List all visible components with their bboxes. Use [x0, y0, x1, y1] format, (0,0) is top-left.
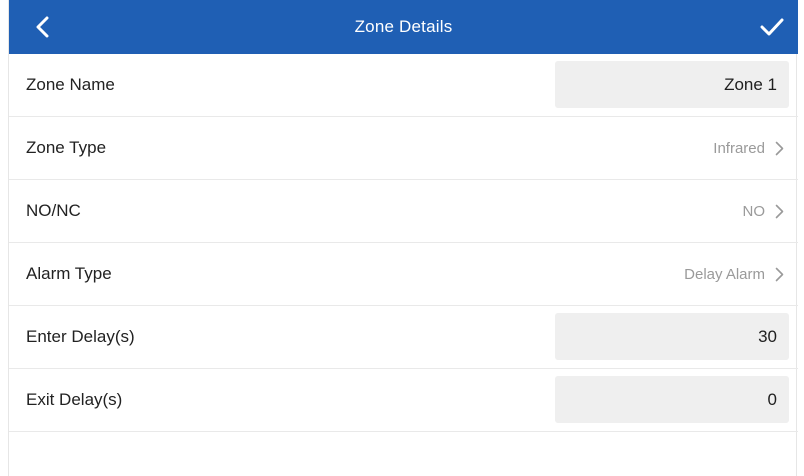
exit-delay-row: Exit Delay(s) 0: [9, 369, 798, 432]
alarm-type-label: Alarm Type: [26, 264, 112, 283]
zone-type-select[interactable]: Infrared: [713, 117, 784, 180]
zone-settings-list: Zone Name Zone 1 Zone Type Infrared NO/N…: [9, 54, 798, 432]
alarm-type-value: Delay Alarm: [684, 266, 765, 283]
zone-name-input[interactable]: Zone 1: [555, 61, 789, 108]
page-title: Zone Details: [354, 17, 453, 36]
alarm-type-select[interactable]: Delay Alarm: [684, 243, 784, 306]
check-icon: [760, 18, 784, 36]
no-nc-select[interactable]: NO: [743, 180, 785, 243]
no-nc-label: NO/NC: [26, 201, 81, 220]
title-bar: Zone Details: [9, 0, 798, 54]
back-button[interactable]: [27, 12, 57, 42]
chevron-right-icon: [775, 204, 784, 219]
exit-delay-label: Exit Delay(s): [26, 390, 123, 409]
zone-name-label: Zone Name: [26, 75, 115, 94]
enter-delay-input[interactable]: 30: [555, 313, 789, 360]
zone-type-row[interactable]: Zone Type Infrared: [9, 117, 798, 180]
enter-delay-row: Enter Delay(s) 30: [9, 306, 798, 369]
zone-type-value: Infrared: [713, 140, 765, 157]
confirm-button[interactable]: [756, 12, 788, 42]
no-nc-value: NO: [742, 203, 766, 220]
enter-delay-label: Enter Delay(s): [26, 327, 135, 346]
zone-type-label: Zone Type: [26, 138, 107, 157]
zone-name-row: Zone Name Zone 1: [9, 54, 798, 117]
alarm-type-row[interactable]: Alarm Type Delay Alarm: [9, 243, 798, 306]
exit-delay-input[interactable]: 0: [555, 376, 789, 423]
chevron-right-icon: [775, 267, 784, 282]
chevron-left-icon: [36, 16, 49, 38]
no-nc-row[interactable]: NO/NC NO: [9, 180, 798, 243]
chevron-right-icon: [775, 141, 784, 156]
zone-details-screen: Zone Details Zone Name Zone 1 Zone Type …: [8, 0, 798, 476]
